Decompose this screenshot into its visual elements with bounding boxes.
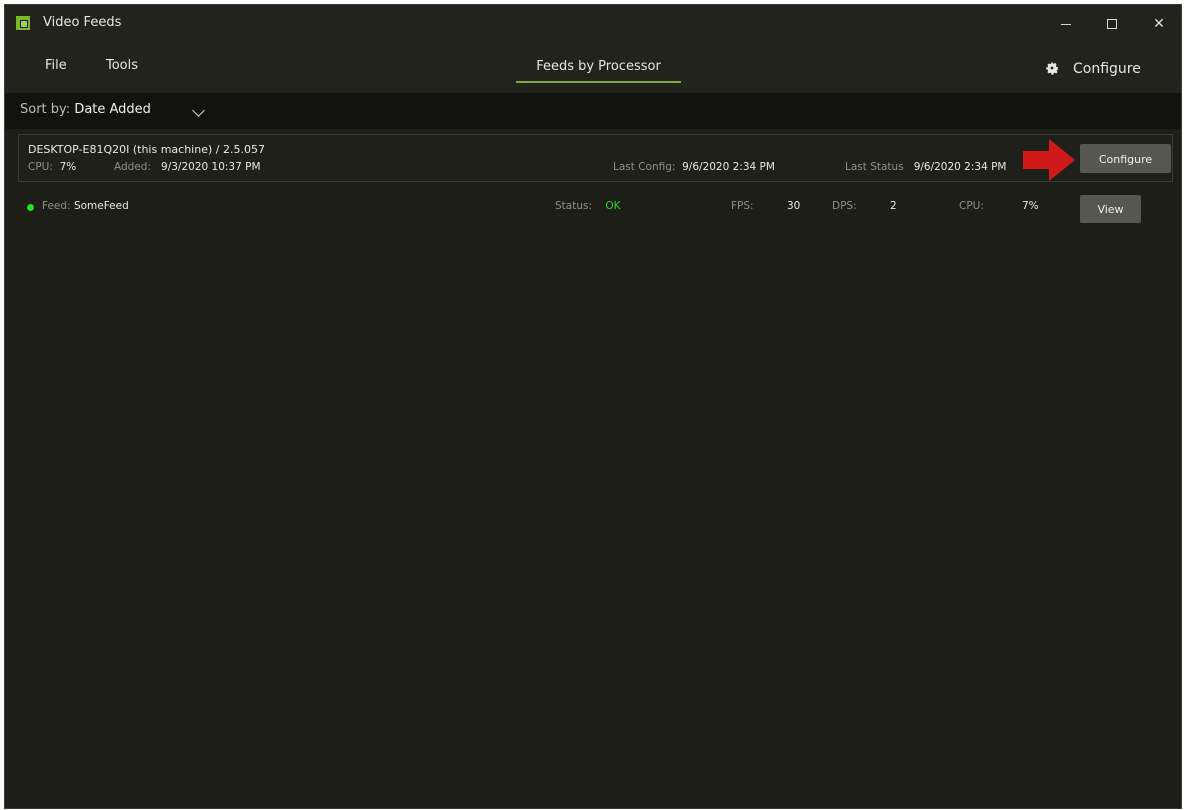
cpu-value: 7% — [59, 161, 77, 173]
minimize-icon — [1061, 23, 1071, 25]
feed-dps-block: DPS: — [832, 200, 857, 212]
menu-bar: File Tools Feeds by Processor Configure — [5, 43, 1181, 93]
app-window: Video Feeds ✕ File Tools Feeds by Proces… — [4, 4, 1182, 809]
last-config-value: 9/6/2020 2:34 PM — [682, 161, 775, 173]
active-tab-indicator — [516, 81, 681, 83]
annotation-arrow-icon — [1023, 139, 1075, 181]
configure-label: Configure — [1073, 61, 1141, 77]
maximize-icon — [1107, 19, 1117, 29]
feed-status-block: Status: OK — [555, 200, 621, 212]
title-bar[interactable]: Video Feeds ✕ — [5, 5, 1181, 43]
cpu-label: CPU: — [28, 161, 53, 173]
configure-menu-button[interactable]: Configure — [1045, 61, 1141, 81]
close-button[interactable]: ✕ — [1136, 5, 1181, 43]
sort-label: Sort by: — [20, 102, 71, 117]
feed-fps-block: FPS: — [731, 200, 754, 212]
chevron-down-icon[interactable] — [192, 104, 205, 117]
gear-icon — [1046, 62, 1059, 75]
configure-button[interactable]: Configure — [1080, 144, 1171, 173]
window-title: Video Feeds — [43, 15, 122, 30]
feed-cpu-label: CPU: — [959, 200, 984, 212]
feed-status-indicator — [27, 204, 34, 211]
last-status-value: 9/6/2020 2:34 PM — [913, 161, 1007, 173]
last-status-label: Last Status — [845, 161, 904, 173]
feed-cpu-value-block: 7% — [1022, 200, 1039, 212]
feed-cpu-value: 7% — [1022, 200, 1039, 212]
fps-label: FPS: — [731, 200, 754, 212]
status-label: Status: — [555, 200, 592, 212]
sort-bar: Sort by: Date Added — [5, 93, 1181, 129]
processor-last-config: Last Config: 9/6/2020 2:34 PM — [613, 161, 775, 173]
maximize-button[interactable] — [1089, 5, 1135, 43]
feed-dps-value-block: 2 — [890, 200, 897, 212]
menu-file[interactable]: File — [45, 58, 67, 73]
sort-dropdown[interactable]: Sort by: Date Added — [20, 102, 151, 117]
feed-label: Feed: — [42, 200, 71, 212]
feed-name: SomeFeed — [73, 200, 129, 212]
status-value: OK — [605, 200, 621, 212]
feed-name-block: Feed: SomeFeed — [42, 200, 129, 212]
processor-cpu: CPU: 7% — [28, 161, 76, 173]
menu-tools[interactable]: Tools — [106, 58, 138, 73]
minimize-button[interactable] — [1043, 5, 1089, 43]
dps-label: DPS: — [832, 200, 857, 212]
tab-feeds-by-processor[interactable]: Feeds by Processor — [516, 55, 681, 83]
sort-value: Date Added — [74, 102, 151, 117]
dps-value: 2 — [890, 200, 897, 212]
added-label: Added: — [114, 161, 151, 173]
tab-label: Feeds by Processor — [536, 59, 661, 74]
processor-card: DESKTOP-E81Q20I (this machine) / 2.5.057… — [18, 134, 1173, 182]
feed-cpu-block: CPU: — [959, 200, 984, 212]
processor-name: DESKTOP-E81Q20I (this machine) / 2.5.057 — [28, 143, 265, 156]
processor-last-status: Last Status 9/6/2020 2:34 PM — [845, 161, 1007, 173]
feed-fps-value-block: 30 — [787, 200, 800, 212]
app-logo-icon — [16, 16, 30, 30]
fps-value: 30 — [787, 200, 801, 212]
feed-row: Feed: SomeFeed Status: OK FPS: 30 DPS: 2… — [18, 191, 1173, 223]
processor-added: Added: 9/3/2020 10:37 PM — [114, 161, 261, 173]
close-icon: ✕ — [1153, 16, 1165, 32]
last-config-label: Last Config: — [613, 161, 676, 173]
added-value: 9/3/2020 10:37 PM — [161, 161, 261, 173]
view-button[interactable]: View — [1080, 195, 1141, 223]
